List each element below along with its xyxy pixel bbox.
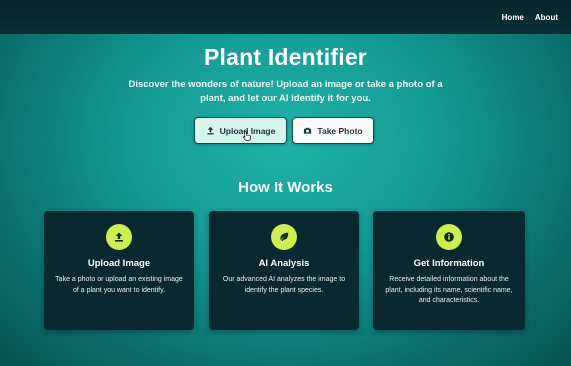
page-title: Plant Identifier <box>204 44 367 70</box>
upload-icon <box>206 126 215 135</box>
feature-card-title: Get Information <box>413 258 485 269</box>
feature-card-title: Upload Image <box>87 258 151 269</box>
camera-icon <box>303 126 312 135</box>
take-photo-button-label: Take Photo <box>317 125 363 136</box>
feature-card-description: Our advanced AI analyzes the image to id… <box>222 276 346 294</box>
top-navbar: Home About <box>0 0 571 34</box>
how-it-works-title: How It Works <box>238 179 333 196</box>
feature-card-title: AI Analysis <box>258 258 310 269</box>
nav-link-about[interactable]: About <box>535 13 558 22</box>
hero-subtitle: Discover the wonders of nature! Upload a… <box>128 79 443 104</box>
upload-image-button[interactable]: Upload Image <box>194 117 287 144</box>
nav-link-home[interactable]: Home <box>502 13 524 22</box>
upload-icon <box>106 224 132 250</box>
feature-card-get-information: Get Information Receive detailed informa… <box>373 211 525 330</box>
info-icon <box>436 224 462 250</box>
feature-card-ai-analysis: AI Analysis Our advanced AI analyzes the… <box>209 211 359 330</box>
take-photo-button[interactable]: Take Photo <box>292 117 374 144</box>
leaf-icon <box>271 224 297 250</box>
hand-cursor-icon <box>243 131 251 141</box>
feature-card-description: Receive detailed information about the p… <box>385 276 513 304</box>
feature-card-upload-image: Upload Image Take a photo or upload an e… <box>44 211 194 330</box>
feature-card-description: Take a photo or upload an existing image… <box>55 276 183 294</box>
